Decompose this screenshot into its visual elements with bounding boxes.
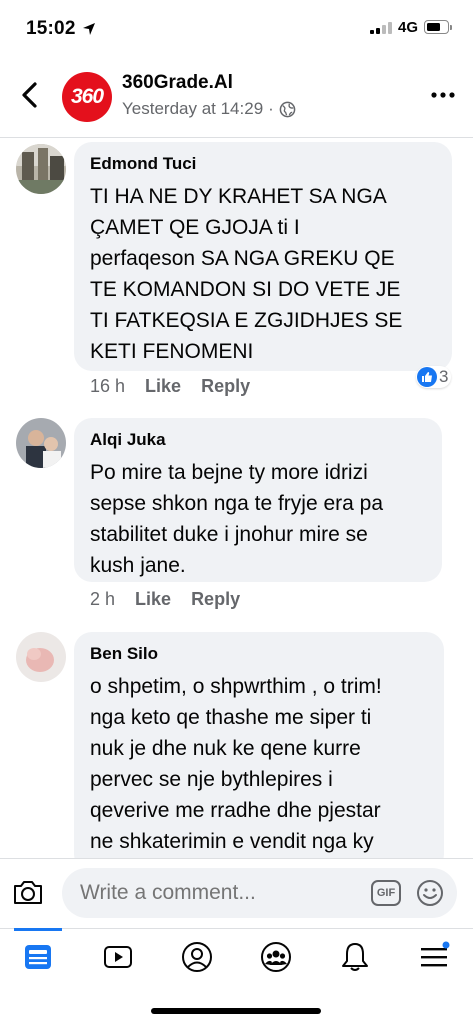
comment-composer: GIF: [0, 858, 473, 928]
more-options-icon[interactable]: [431, 92, 455, 98]
post-timestamp: Yesterday at 14:29: [122, 99, 264, 118]
post-header: 360 360Grade.Al Yesterday at 14:29 ·: [0, 56, 473, 138]
avatar-photo: [16, 632, 66, 682]
active-tab-indicator: [14, 928, 62, 931]
like-reaction-icon: [417, 367, 437, 387]
status-bar: 15:02 4G: [0, 0, 473, 56]
profile-icon: [182, 942, 212, 972]
watch-icon: [104, 946, 132, 968]
post-meta: Yesterday at 14:29 ·: [122, 99, 296, 119]
location-arrow-icon: [83, 23, 95, 35]
avatar-photo: [16, 418, 66, 468]
comment-author[interactable]: Edmond Tuci: [90, 154, 196, 174]
emoji-icon[interactable]: [416, 879, 444, 907]
tab-profile[interactable]: [171, 935, 223, 979]
comment-author[interactable]: Alqi Juka: [90, 430, 166, 450]
home-indicator: [151, 1008, 321, 1014]
gif-label: GIF: [376, 887, 396, 899]
comment-line: pervec se nje bythlepires i: [90, 768, 333, 791]
bottom-tab-bar: [0, 928, 473, 1024]
signal-icon: [370, 22, 392, 34]
groups-icon: [261, 942, 291, 972]
like-button[interactable]: Like: [145, 376, 181, 397]
meta-separator: ·: [268, 99, 274, 118]
avatar-photo: [16, 144, 66, 194]
comment-line: perfaqeson SA NGA GREKU QE: [90, 247, 395, 270]
gif-icon[interactable]: GIF: [371, 880, 401, 906]
status-time: 15:02: [26, 18, 76, 39]
comment-actions: 16 h Like Reply: [90, 376, 250, 397]
like-button[interactable]: Like: [135, 589, 171, 610]
tab-groups[interactable]: [250, 935, 302, 979]
news-feed-icon: [25, 945, 51, 969]
comment-line: stabilitet duke i jnohur mire se: [90, 523, 368, 546]
tab-news-feed[interactable]: [12, 935, 64, 979]
camera-icon[interactable]: [12, 877, 44, 907]
comment-line: ne shkaterimin e vendit nga ky: [90, 830, 374, 853]
comment-bubble: Ben Silo o shpetim, o shpwrthim , o trim…: [74, 632, 444, 872]
comment-line: nuk je dhe nuk ke qene kurre: [90, 737, 361, 760]
comment-avatar[interactable]: [16, 144, 66, 194]
menu-icon: [421, 941, 450, 967]
reaction-count[interactable]: 3: [416, 366, 452, 388]
comment-line: TI FATKEQSIA E ZGJIDHJES SE: [90, 309, 403, 332]
comment-line: TE KOMANDON SI DO VETE JE: [90, 278, 401, 301]
comment-line: TI HA NE DY KRAHET SA NGA: [90, 185, 387, 208]
comment-avatar[interactable]: [16, 418, 66, 468]
page-name[interactable]: 360Grade.Al: [122, 72, 233, 94]
reaction-count-value: 3: [439, 367, 449, 386]
comment-line: kush jane.: [90, 554, 186, 577]
battery-icon: [424, 20, 452, 34]
comment-time: 2 h: [90, 589, 116, 609]
logo-text: 360: [70, 85, 104, 108]
comment-line: o shpetim, o shpwrthim , o trim!: [90, 675, 382, 698]
comment-line: ÇAMET QE GJOJA ti I: [90, 216, 300, 239]
tab-menu[interactable]: [408, 935, 460, 979]
bell-icon: [342, 943, 368, 971]
comment-author[interactable]: Ben Silo: [90, 644, 158, 664]
comment-line: Po mire ta bejne ty more idrizi: [90, 461, 368, 484]
tab-notifications[interactable]: [329, 935, 381, 979]
reply-button[interactable]: Reply: [201, 376, 250, 397]
comment-line: KETI FENOMENI: [90, 340, 254, 363]
globe-icon: [279, 101, 296, 117]
comment-bubble: Edmond Tuci TI HA NE DY KRAHET SA NGA ÇA…: [74, 142, 452, 371]
comment-actions: 2 h Like Reply: [90, 589, 240, 610]
back-chevron-icon[interactable]: [18, 80, 42, 110]
reply-button[interactable]: Reply: [191, 589, 240, 610]
comment-line: sepse shkon nga te fryje era pa: [90, 492, 384, 515]
tab-watch[interactable]: [92, 935, 144, 979]
page-logo[interactable]: 360: [62, 72, 112, 122]
comment-line: qeverive me rradhe dhe pjestar: [90, 799, 381, 822]
comment-avatar[interactable]: [16, 632, 66, 682]
comment-time: 16 h: [90, 376, 126, 396]
network-type: 4G: [398, 19, 419, 36]
comment-bubble: Alqi Juka Po mire ta bejne ty more idriz…: [74, 418, 442, 582]
comment-line: nga keto qe thashe me siper ti: [90, 706, 372, 729]
